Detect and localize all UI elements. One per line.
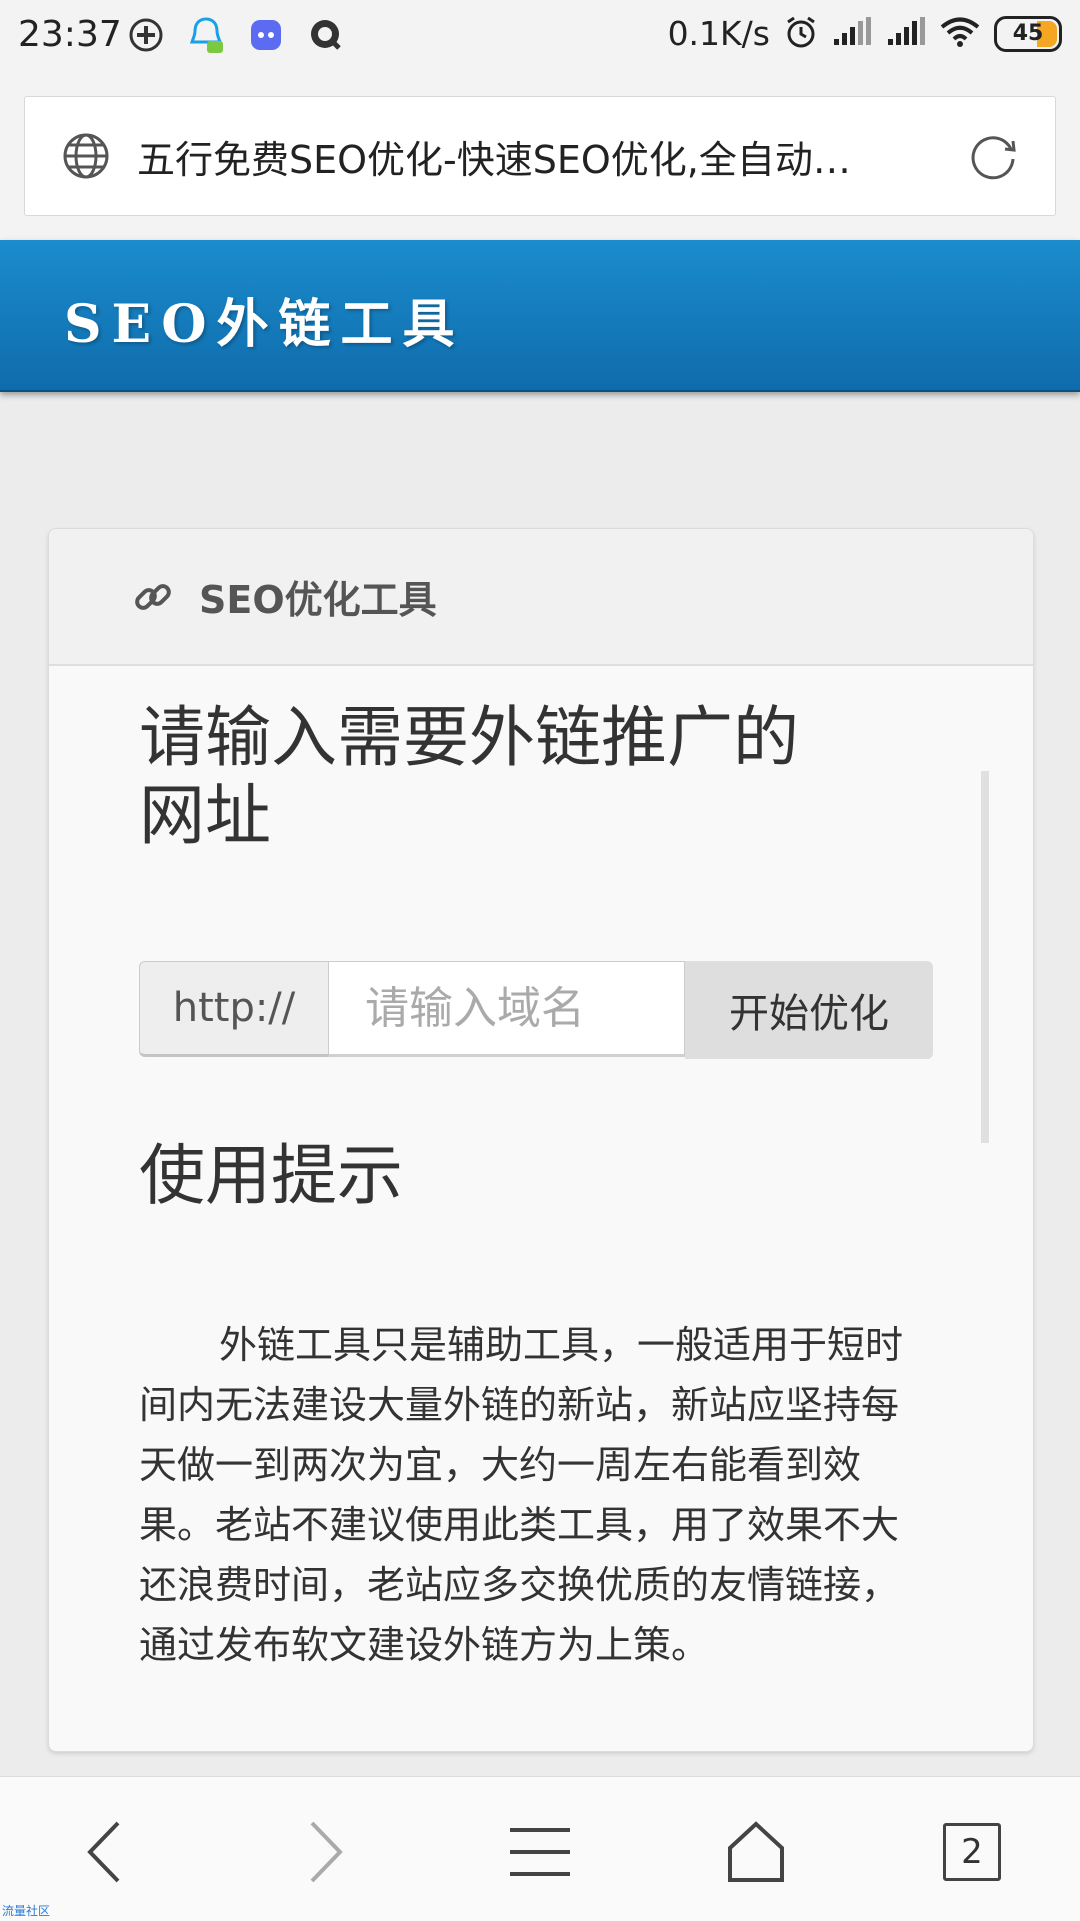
- watermark: 流量社区: [2, 1904, 51, 1918]
- search-bubble-icon: [305, 14, 347, 56]
- start-optimize-button[interactable]: 开始优化: [685, 961, 933, 1059]
- status-bar: 23:37 0.1K/s 45: [0, 0, 1080, 76]
- tips-heading: 使用提示: [139, 1137, 403, 1214]
- forward-button[interactable]: [280, 1807, 370, 1897]
- link-icon: [135, 583, 171, 610]
- tab-count: 2: [943, 1823, 1001, 1881]
- home-button[interactable]: [711, 1807, 801, 1897]
- page-title[interactable]: 五行免费SEO优化-快速SEO优化,全自动…: [137, 129, 937, 184]
- alarm-icon: [784, 15, 818, 53]
- status-time: 23:37: [18, 14, 122, 55]
- menu-icon: [510, 1828, 570, 1876]
- seo-tool-panel: SEO优化工具 请输入需要外链推广的网址 http:// 开始优化 使用提示 外…: [48, 528, 1034, 1752]
- plus-app-icon: [125, 14, 167, 56]
- tips-text: 外链工具只是辅助工具，一般适用于短时间内无法建设大量外链的新站，新站应坚持每天做…: [139, 1323, 904, 1667]
- wifi-icon: [940, 17, 980, 51]
- qq-chat-icon: [185, 14, 227, 56]
- signal-icon: [832, 16, 872, 51]
- back-icon: [87, 1821, 120, 1883]
- home-icon: [728, 1821, 784, 1882]
- site-logo[interactable]: SEO外链工具: [64, 282, 465, 357]
- browser-toolbar: 五行免费SEO优化-快速SEO优化,全自动…: [0, 76, 1080, 240]
- battery-indicator: 45: [994, 15, 1062, 52]
- panel-title: SEO优化工具: [199, 578, 437, 622]
- status-right: 0.1K/s 45: [668, 14, 1062, 53]
- back-button[interactable]: [60, 1807, 150, 1897]
- reload-icon[interactable]: [967, 129, 1021, 183]
- notification-icons: [125, 14, 347, 56]
- battery-level: 45: [1012, 21, 1044, 46]
- scrollbar[interactable]: [981, 771, 989, 1143]
- domain-input[interactable]: [329, 961, 685, 1057]
- net-speed: 0.1K/s: [667, 14, 770, 53]
- browser-bottom-bar: 2 流量社区: [0, 1776, 1080, 1921]
- tabs-button[interactable]: 2: [927, 1807, 1017, 1897]
- address-bar[interactable]: 五行免费SEO优化-快速SEO优化,全自动…: [24, 96, 1056, 216]
- globe-icon: [63, 133, 109, 179]
- url-prefix: http://: [139, 961, 329, 1057]
- forward-icon: [310, 1821, 343, 1883]
- menu-button[interactable]: [495, 1807, 585, 1897]
- signal-icon: [886, 16, 926, 51]
- panel-header: SEO优化工具: [49, 529, 1033, 666]
- url-heading: 请输入需要外链推广的网址: [139, 699, 799, 854]
- app-chat-icon: [245, 14, 287, 56]
- site-header: SEO外链工具: [0, 240, 1080, 392]
- url-form: http:// 开始优化: [139, 961, 933, 1059]
